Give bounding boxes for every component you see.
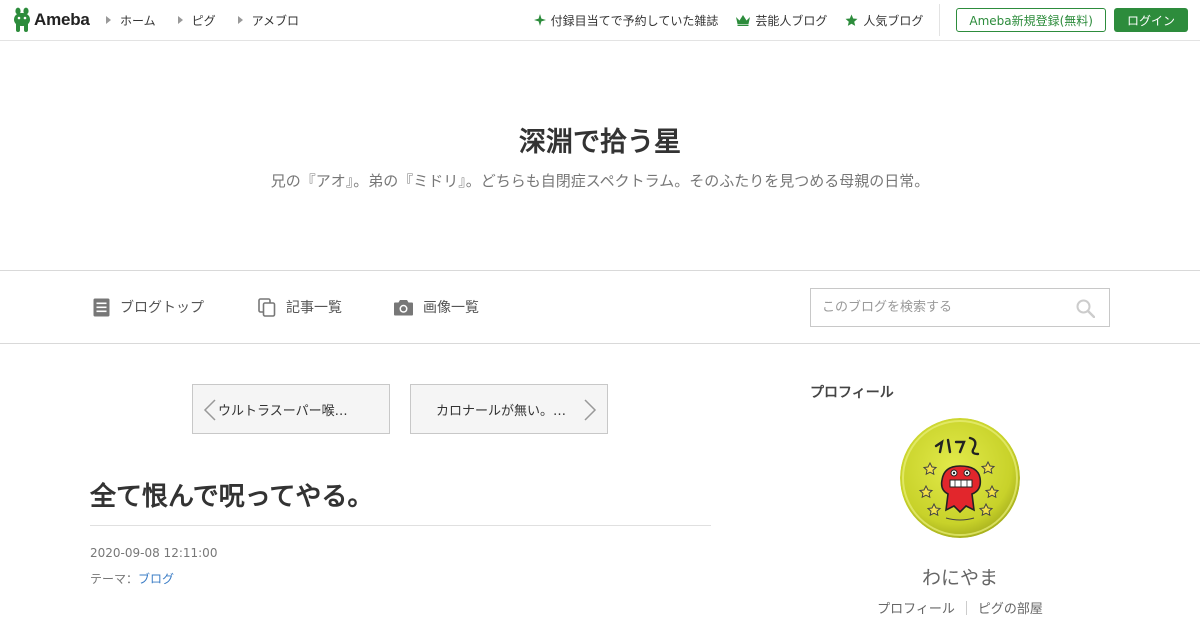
- blog-top-link[interactable]: ブログトップ: [93, 271, 204, 343]
- nav-pigg-label: ピグ: [191, 13, 216, 28]
- entry-date: 2020-09-08 12:11:00: [90, 546, 218, 560]
- blog-search: [810, 288, 1110, 327]
- avatar-image: [900, 418, 1020, 538]
- ameba-logo[interactable]: Ameba: [12, 7, 90, 33]
- next-entry-label: カロナールが無い。…: [436, 403, 567, 419]
- pigg-room-link[interactable]: ピグの部屋: [978, 598, 1043, 617]
- blog-top-label: ブログトップ: [120, 300, 204, 316]
- previous-entry-button[interactable]: ウルトラスーパー喉…: [192, 384, 390, 434]
- blog-description: 兄の『アオ』。弟の『ミドリ』。どちらも自閉症スペクトラム。そのふたりを見つめる母…: [270, 172, 930, 190]
- profile-links-divider: [965, 600, 967, 615]
- header-actions: 付録目当てで予約していた雑誌 芸能人ブログ 人気ブログ Ameba新規登録(無料…: [516, 0, 1188, 40]
- profile-name[interactable]: わにやま: [810, 563, 1110, 590]
- profile-link[interactable]: プロフィール: [877, 598, 955, 617]
- global-nav: ホーム ピグ アメブロ: [106, 0, 321, 40]
- entry-title[interactable]: 全て恨んで呪ってやる。: [90, 476, 373, 513]
- triangle-right-icon: [106, 16, 111, 24]
- document-icon: [93, 298, 110, 316]
- search-input[interactable]: [811, 289, 1061, 326]
- celebrity-blog-label: 芸能人ブログ: [755, 13, 828, 28]
- nav-home-link[interactable]: ホーム: [106, 12, 156, 29]
- article-list-label: 記事一覧: [286, 300, 342, 316]
- next-entry-button[interactable]: カロナールが無い。…: [410, 384, 608, 434]
- triangle-right-icon: [177, 16, 183, 24]
- featured-topic-label: 付録目当てで予約していた雑誌: [550, 13, 719, 28]
- popular-blog-label: 人気ブログ: [863, 13, 924, 28]
- image-list-label: 画像一覧: [423, 300, 479, 316]
- previous-entry-label: ウルトラスーパー喉…: [218, 403, 348, 419]
- global-header: Ameba ホーム ピグ アメブロ 付録目当てで予約していた雑誌 芸能人ブログ …: [0, 0, 1200, 41]
- camera-icon: [394, 299, 413, 315]
- logo-text: Ameba: [34, 10, 90, 29]
- chevron-left-icon: [203, 399, 216, 421]
- triangle-right-icon: [237, 16, 243, 24]
- theme-prefix: テーマ：: [90, 572, 139, 586]
- image-list-link[interactable]: 画像一覧: [394, 271, 479, 343]
- nav-ameblo-label: アメブロ: [251, 13, 300, 28]
- nav-ameblo-link[interactable]: アメブロ: [237, 12, 300, 29]
- popular-blog-link[interactable]: 人気ブログ: [845, 12, 923, 29]
- ameba-logo-icon: [14, 7, 30, 32]
- copy-icon: [258, 297, 276, 317]
- theme-link[interactable]: ブログ: [138, 572, 174, 586]
- entry-theme: テーマ：ブログ: [90, 570, 174, 587]
- article-list-link[interactable]: 記事一覧: [258, 271, 342, 343]
- sparkle-icon: [533, 14, 546, 26]
- profile-avatar[interactable]: [900, 418, 1020, 538]
- search-icon[interactable]: [1076, 299, 1095, 318]
- header-divider: [939, 4, 941, 36]
- featured-topic-link[interactable]: 付録目当てで予約していた雑誌: [533, 12, 719, 29]
- nav-pigg-link[interactable]: ピグ: [177, 12, 216, 29]
- star-icon: [845, 14, 858, 26]
- profile-heading: プロフィール: [810, 385, 894, 401]
- chevron-right-icon: [584, 399, 597, 421]
- nav-home-label: ホーム: [120, 13, 156, 28]
- crown-icon: [736, 14, 751, 26]
- celebrity-blog-link[interactable]: 芸能人ブログ: [736, 12, 827, 29]
- blog-title[interactable]: 深淵で拾う星: [0, 120, 1200, 159]
- profile-links: プロフィール ピグの部屋: [810, 598, 1110, 617]
- blog-nav: ブログトップ 記事一覧 画像一覧: [0, 270, 1200, 344]
- login-button[interactable]: ログイン: [1113, 8, 1188, 32]
- register-button[interactable]: Ameba新規登録(無料): [956, 8, 1106, 32]
- entry-divider: [90, 525, 711, 526]
